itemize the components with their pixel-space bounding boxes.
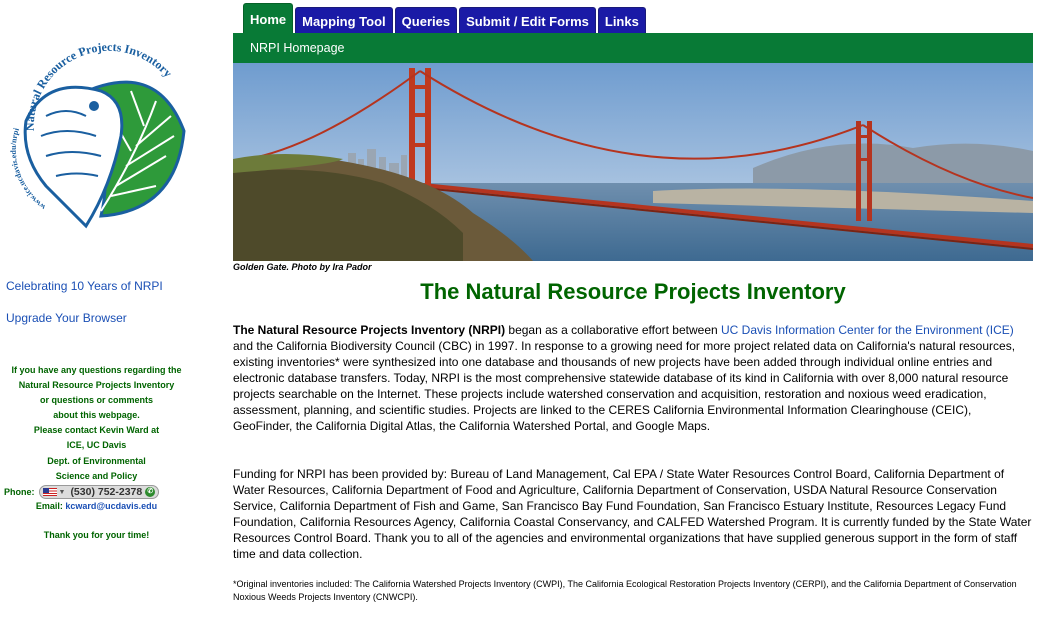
upgrade-browser-link[interactable]: Upgrade Your Browser xyxy=(6,311,127,325)
email-link[interactable]: kcward@ucdavis.edu xyxy=(65,501,157,511)
contact-line: If you have any questions regarding the xyxy=(11,365,182,375)
footnote: *Original inventories included: The Cali… xyxy=(233,579,1017,602)
celebrating-link[interactable]: Celebrating 10 Years of NRPI xyxy=(6,279,163,293)
contact-line: or questions or comments xyxy=(39,395,154,406)
email-row: Email: kcward@ucdavis.edu xyxy=(0,501,193,511)
main-nav-tabs: Home Mapping Tool Queries Submit / Edit … xyxy=(243,3,646,34)
ice-link[interactable]: UC Davis Information Center for the Envi… xyxy=(721,323,1014,337)
funding-paragraph: Funding for NRPI has been provided by: B… xyxy=(233,467,1032,561)
phone-number: (530) 752-2378 xyxy=(70,486,143,498)
contact-info: If you have any questions regarding the … xyxy=(0,363,193,484)
contact-line: ICE, UC Davis xyxy=(66,440,127,451)
chevron-down-icon: ▼ xyxy=(58,488,66,496)
tab-mapping-tool[interactable]: Mapping Tool xyxy=(295,7,393,34)
thanks-text: Thank you for your time! xyxy=(43,530,150,540)
phone-call-icon[interactable]: ✆ xyxy=(145,487,156,497)
phone-label: Phone: xyxy=(4,487,35,497)
photo-caption: Golden Gate. Photo by Ira Pador xyxy=(233,262,372,272)
sidebar: Natural Resource Projects Inventory www.… xyxy=(0,0,228,628)
tab-links[interactable]: Links xyxy=(597,7,646,34)
subnav-homepage-link[interactable]: NRPI Homepage xyxy=(250,41,345,55)
subnav-bar: NRPI Homepage xyxy=(233,33,1033,63)
contact-line: Please contact Kevin Ward at xyxy=(33,425,160,436)
contact-line: Dept. of Environmental xyxy=(47,455,146,466)
intro-text-2: and the California Biodiversity Council … xyxy=(233,339,1016,433)
tab-home[interactable]: Home xyxy=(243,3,294,34)
nrpi-logo[interactable]: Natural Resource Projects Inventory www.… xyxy=(6,36,196,236)
intro-text-1: began as a collaborative effort between xyxy=(505,323,722,337)
phone-row: Phone: ▼ (530) 752-2378 ✆ xyxy=(4,485,160,499)
intro-paragraph: The Natural Resource Projects Inventory … xyxy=(233,322,1033,434)
email-label: Email: xyxy=(35,501,63,511)
tab-submit-edit-forms[interactable]: Submit / Edit Forms xyxy=(459,7,596,34)
us-flag-icon xyxy=(42,488,57,496)
contact-line: about this webpage. xyxy=(53,410,140,421)
phone-widget[interactable]: ▼ (530) 752-2378 ✆ xyxy=(38,485,160,499)
hero-photo xyxy=(233,63,1033,261)
intro-bold: The Natural Resource Projects Inventory … xyxy=(233,323,506,337)
tab-queries[interactable]: Queries xyxy=(394,7,458,34)
contact-line: Science and Policy xyxy=(55,470,138,481)
contact-line: Natural Resource Projects Inventory xyxy=(18,380,175,391)
page-title: The Natural Resource Projects Inventory xyxy=(420,279,846,304)
